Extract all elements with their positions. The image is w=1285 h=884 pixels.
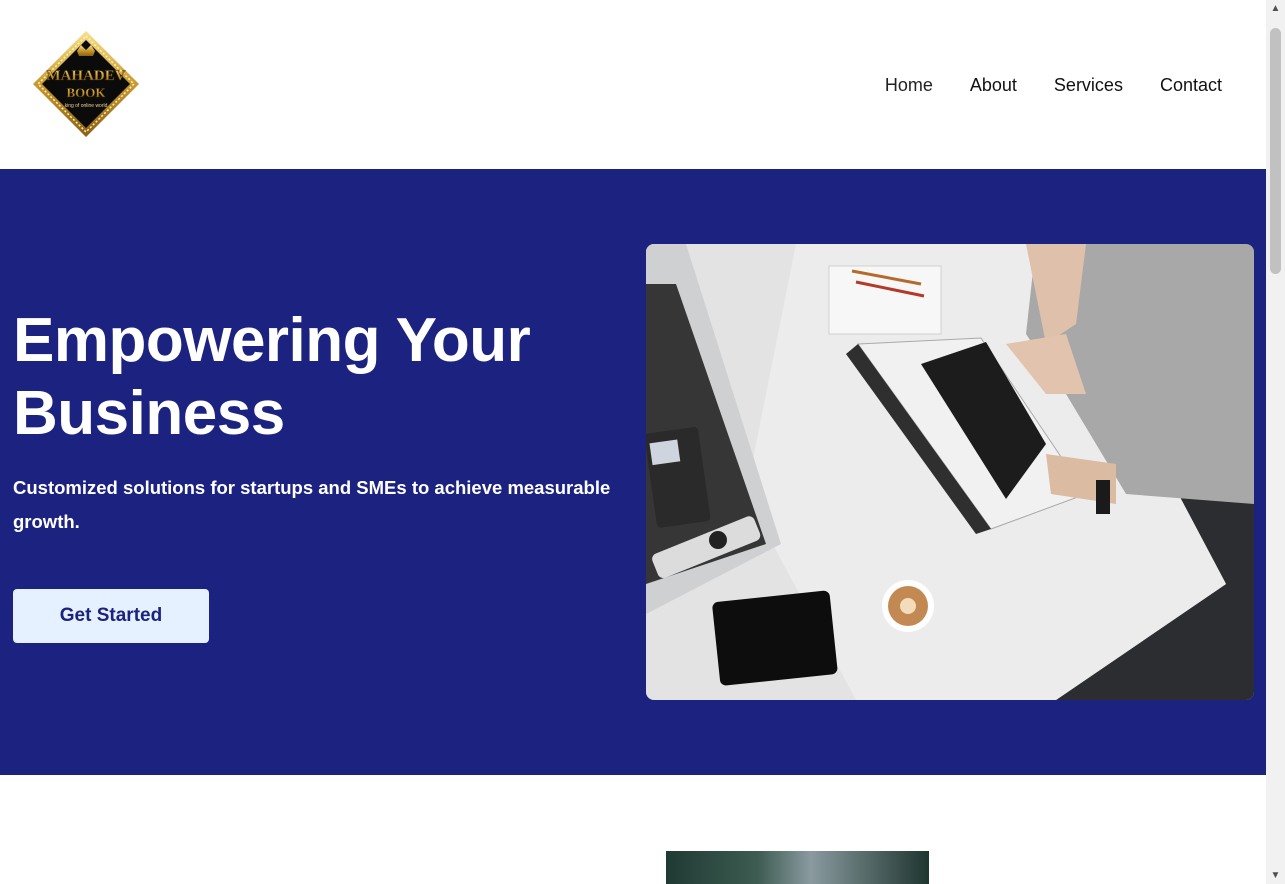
nav-contact-link[interactable]: Contact: [1160, 74, 1222, 96]
logo-sub: BOOK: [66, 85, 106, 100]
nav-about-link[interactable]: About: [970, 74, 1017, 96]
hero-subtitle: Customized solutions for startups and SM…: [13, 477, 611, 532]
office-desk-photo-icon: [646, 244, 1254, 700]
logo-name: MAHADEV: [46, 68, 125, 84]
next-section-image: [666, 851, 929, 884]
hero-title: Empowering Your Business: [13, 306, 531, 448]
nav-home-link[interactable]: Home: [885, 74, 933, 96]
get-started-button[interactable]: Get Started: [13, 589, 209, 643]
nav-services-link[interactable]: Services: [1054, 74, 1123, 96]
hero-section: Empowering Your Business Customized solu…: [0, 169, 1266, 775]
scrollbar-thumb[interactable]: [1270, 28, 1281, 274]
scroll-down-arrow-icon[interactable]: ▼: [1266, 867, 1285, 884]
main-nav: Home About Services Contact: [848, 74, 1222, 96]
brand-logo[interactable]: MAHADEV BOOK king of online world: [31, 29, 141, 139]
hero-image: [646, 244, 1254, 700]
scroll-up-arrow-icon[interactable]: ▲: [1266, 0, 1285, 17]
logo-diamond-icon: MAHADEV BOOK king of online world: [33, 31, 139, 137]
logo-tagline: king of online world: [65, 103, 108, 109]
page-scrollbar[interactable]: ▲ ▼: [1266, 0, 1285, 884]
site-header: MAHADEV BOOK king of online world Home A…: [0, 0, 1266, 169]
